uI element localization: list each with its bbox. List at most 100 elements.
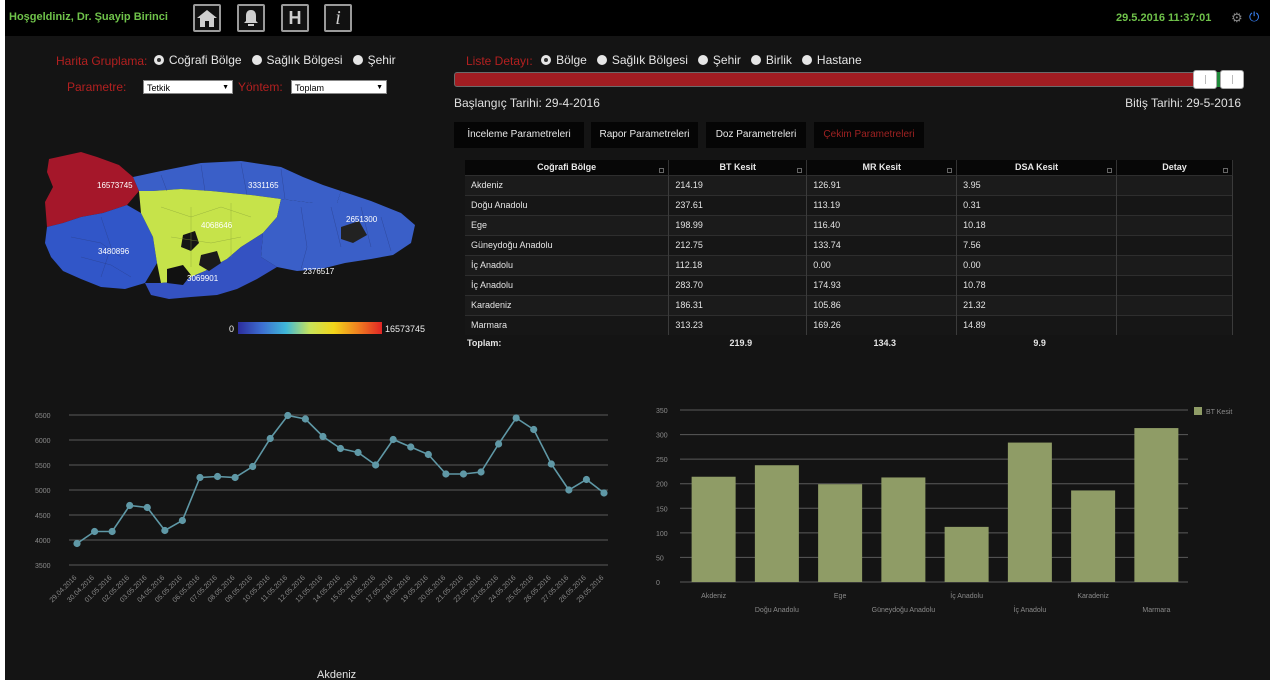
bar[interactable] [818, 484, 863, 582]
table-row[interactable]: Marmara 313.23 169.26 14.89 [465, 314, 1233, 335]
data-point[interactable] [459, 470, 468, 478]
data-point[interactable] [90, 527, 99, 536]
data-point[interactable] [442, 470, 450, 478]
sort-icon[interactable] [947, 167, 953, 173]
data-point[interactable] [161, 526, 169, 535]
data-point[interactable] [73, 539, 81, 548]
data-point[interactable] [530, 425, 538, 434]
data-point[interactable] [336, 444, 345, 453]
table-cell[interactable] [1116, 314, 1233, 335]
table-row[interactable]: İç Anadolu 283.70 174.93 10.78 [465, 274, 1233, 295]
radio-icon[interactable] [251, 55, 262, 65]
param-tab[interactable]: İnceleme Parametreleri [454, 122, 584, 148]
map-grouping-option[interactable]: Coğrafi Bölge [153, 53, 242, 67]
data-point[interactable] [319, 432, 327, 441]
region-dogu-anadolu[interactable] [261, 191, 415, 271]
bell-icon[interactable] [237, 4, 265, 32]
data-point[interactable] [495, 440, 503, 448]
table-row[interactable]: Karadeniz 186.31 105.86 21.32 [465, 294, 1233, 315]
sort-icon[interactable] [1223, 167, 1228, 173]
data-point[interactable] [372, 461, 380, 469]
h-icon[interactable]: H [281, 4, 309, 32]
data-point[interactable] [196, 473, 204, 482]
bar[interactable] [754, 465, 799, 582]
data-point[interactable] [301, 415, 309, 423]
range-end-handle[interactable] [1220, 70, 1244, 89]
list-detail-option[interactable]: Şehir [697, 53, 741, 67]
data-point[interactable] [231, 473, 239, 482]
data-point[interactable] [582, 475, 591, 484]
bar[interactable] [1007, 442, 1052, 582]
table-cell[interactable] [1116, 254, 1233, 275]
data-point[interactable] [565, 486, 573, 494]
param-tab[interactable]: Çekim Parametreleri [814, 122, 924, 148]
parameter-select[interactable]: Tetkik ▼ [143, 80, 233, 94]
data-point[interactable] [389, 435, 397, 444]
radio-icon[interactable] [596, 55, 607, 65]
data-point[interactable] [477, 468, 485, 476]
bar[interactable] [1134, 428, 1179, 582]
list-detail-option[interactable]: Bölge [541, 53, 587, 67]
radio-icon[interactable] [697, 55, 708, 65]
bar[interactable] [944, 526, 989, 582]
legend-label[interactable]: BT Kesit [1206, 409, 1232, 416]
bar[interactable] [691, 476, 736, 582]
radio-icon[interactable] [352, 55, 363, 65]
home-icon[interactable] [193, 4, 221, 32]
data-point[interactable] [143, 503, 151, 512]
data-point[interactable] [424, 450, 432, 459]
table-cell[interactable] [1116, 174, 1233, 195]
data-point[interactable] [600, 489, 608, 497]
radio-icon[interactable] [801, 55, 812, 65]
table-row[interactable]: Akdeniz 214.19 126.91 3.95 [465, 174, 1233, 195]
data-point[interactable] [547, 460, 555, 468]
data-point[interactable] [354, 448, 362, 457]
data-point[interactable] [266, 434, 274, 443]
bar[interactable] [1071, 490, 1116, 582]
bar[interactable] [881, 477, 926, 582]
data-point[interactable] [249, 462, 257, 471]
table-row[interactable]: Ege 198.99 116.40 10.18 [465, 214, 1233, 235]
sort-icon[interactable] [659, 167, 665, 173]
data-point[interactable] [284, 411, 292, 420]
map-grouping-option[interactable]: Sağlık Bölgesi [251, 53, 343, 67]
method-select[interactable]: Toplam ▼ [291, 80, 387, 94]
column-header[interactable]: BT Kesit [668, 160, 808, 175]
radio-icon[interactable] [541, 55, 552, 65]
gear-icon[interactable]: ⚙ [1231, 10, 1243, 26]
range-start-handle[interactable] [1193, 70, 1218, 89]
param-tab[interactable]: Rapor Parametreleri [591, 122, 698, 148]
list-detail-option[interactable]: Sağlık Bölgesi [596, 53, 688, 67]
table-row[interactable]: Güneydoğu Anadolu 212.75 133.74 7.56 [465, 234, 1233, 255]
table-cell[interactable] [1116, 214, 1233, 235]
column-header[interactable]: DSA Kesit [956, 160, 1118, 175]
date-range-slider[interactable] [454, 72, 1243, 87]
table-row[interactable]: İç Anadolu 112.18 0.00 0.00 [465, 254, 1233, 275]
sort-icon[interactable] [797, 167, 803, 173]
data-point[interactable] [213, 472, 222, 481]
data-point[interactable] [512, 414, 520, 422]
param-tab[interactable]: Doz Parametreleri [706, 122, 806, 148]
data-point[interactable] [407, 443, 415, 451]
column-header[interactable]: Detay [1116, 160, 1233, 175]
map-grouping-option[interactable]: Şehir [352, 53, 396, 67]
method-label: Yöntem: [238, 80, 283, 94]
table-row[interactable]: Doğu Anadolu 237.61 113.19 0.31 [465, 194, 1233, 215]
list-detail-option[interactable]: Birlik [750, 53, 792, 67]
data-point[interactable] [126, 501, 134, 510]
radio-icon[interactable] [153, 55, 164, 65]
turkey-choropleth-map[interactable]: 16573745 3331165 4068646 2651300 3480896… [41, 147, 419, 302]
data-point[interactable] [108, 527, 116, 536]
power-icon[interactable]: ⏻ [1249, 9, 1259, 25]
table-cell[interactable] [1116, 274, 1233, 295]
table-cell[interactable] [1116, 294, 1233, 315]
column-header[interactable]: Coğrafi Bölge [465, 160, 670, 175]
info-icon[interactable]: i [324, 4, 352, 32]
radio-icon[interactable] [750, 55, 761, 65]
table-cell[interactable] [1116, 234, 1233, 255]
column-header[interactable]: MR Kesit [806, 160, 958, 175]
sort-icon[interactable] [1107, 167, 1113, 173]
table-cell[interactable] [1116, 194, 1233, 215]
data-point[interactable] [178, 516, 186, 525]
list-detail-option[interactable]: Hastane [801, 53, 862, 67]
